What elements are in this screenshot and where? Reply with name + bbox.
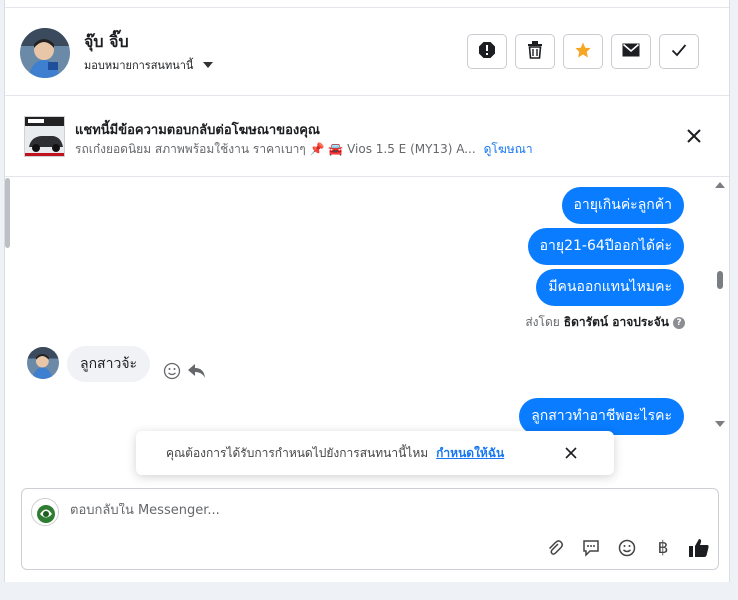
sent-by-prefix: ส่งโดย (525, 315, 560, 329)
view-ad-link[interactable]: ดูโฆษณา (484, 142, 533, 156)
reply-icon[interactable] (187, 362, 207, 380)
assign-prompt-toast: คุณต้องการได้รับการกำหนดไปยังการสนทนานี้… (136, 431, 614, 475)
trash-icon (527, 40, 543, 63)
conversation-panel: จุ๊บ จิ๊บ มอบหมายการสนทนานี้ แชทนี้มีข้อ… (4, 0, 730, 582)
saved-reply-icon[interactable] (580, 537, 602, 559)
thumbs-up-icon[interactable] (688, 537, 710, 559)
assign-label: มอบหมายการสนทนานี้ (84, 59, 194, 72)
contact-avatar-small (27, 347, 59, 379)
star-icon (574, 41, 592, 63)
emoji-icon[interactable] (616, 537, 638, 559)
assign-prompt-text: คุณต้องการได้รับการกำหนดไปยังการสนทนานี้… (166, 445, 429, 460)
ad-banner-title: แชทนี้มีข้อความตอบกลับต่อโฆษณาของคุณ (75, 123, 320, 138)
close-icon[interactable] (685, 127, 703, 145)
outgoing-message[interactable]: มีคนออกแทนไหมคะ (536, 269, 684, 306)
mark-unread-button[interactable] (611, 34, 651, 69)
scroll-up-arrow[interactable] (715, 182, 725, 188)
incoming-message[interactable]: ลูกสาวจ้ะ (67, 346, 151, 382)
payment-baht-icon[interactable]: ฿ (652, 537, 674, 559)
star-button[interactable] (563, 34, 603, 69)
paperclip-icon[interactable] (544, 537, 566, 559)
delete-button[interactable] (515, 34, 555, 69)
spam-icon (478, 41, 496, 63)
page-avatar (31, 498, 59, 526)
conversation-header: จุ๊บ จิ๊บ มอบหมายการสนทนานี้ (5, 8, 729, 96)
reply-input[interactable] (70, 503, 530, 518)
check-icon (671, 42, 687, 61)
message-composer: ฿ (21, 488, 719, 570)
contact-avatar[interactable] (20, 28, 70, 78)
envelope-icon (622, 42, 640, 61)
mark-spam-button[interactable] (467, 34, 507, 69)
outgoing-message[interactable]: อายุ21-64ปีออกได้ค่ะ (527, 228, 684, 265)
ad-thumbnail[interactable] (24, 116, 65, 157)
chevron-down-icon (203, 62, 214, 68)
contact-name: จุ๊บ จิ๊บ (84, 32, 129, 51)
outgoing-message[interactable]: ลูกสาวทำอาชีพอะไรคะ (519, 398, 684, 435)
sent-by-label: ส่งโดย ธิดารัตน์ อาจประจัน ? (525, 313, 685, 332)
assign-dropdown[interactable]: มอบหมายการสนทนานี้ (84, 56, 214, 74)
help-icon[interactable]: ? (673, 316, 685, 329)
sent-by-name: ธิดารัตน์ อาจประจัน (563, 315, 669, 329)
scroll-down-arrow[interactable] (715, 421, 725, 427)
assign-to-me-link[interactable]: กำหนดให้ฉัน (436, 444, 504, 463)
outgoing-message[interactable]: อายุเกินค่ะลูกค้า (561, 187, 684, 224)
ad-reply-banner: แชทนี้มีข้อความตอบกลับต่อโฆษณาของคุณ รถเ… (5, 97, 729, 177)
close-icon[interactable] (564, 446, 578, 460)
ad-description: รถเก๋งยอดนิยม สภาพพร้อมใช้งาน ราคาเบาๆ 📌… (75, 142, 476, 156)
smiley-react-icon[interactable] (163, 362, 181, 380)
scrollbar-thumb[interactable] (717, 271, 723, 289)
mark-done-button[interactable] (659, 34, 699, 69)
ad-banner-subtitle: รถเก๋งยอดนิยม สภาพพร้อมใช้งาน ราคาเบาๆ 📌… (75, 140, 533, 159)
